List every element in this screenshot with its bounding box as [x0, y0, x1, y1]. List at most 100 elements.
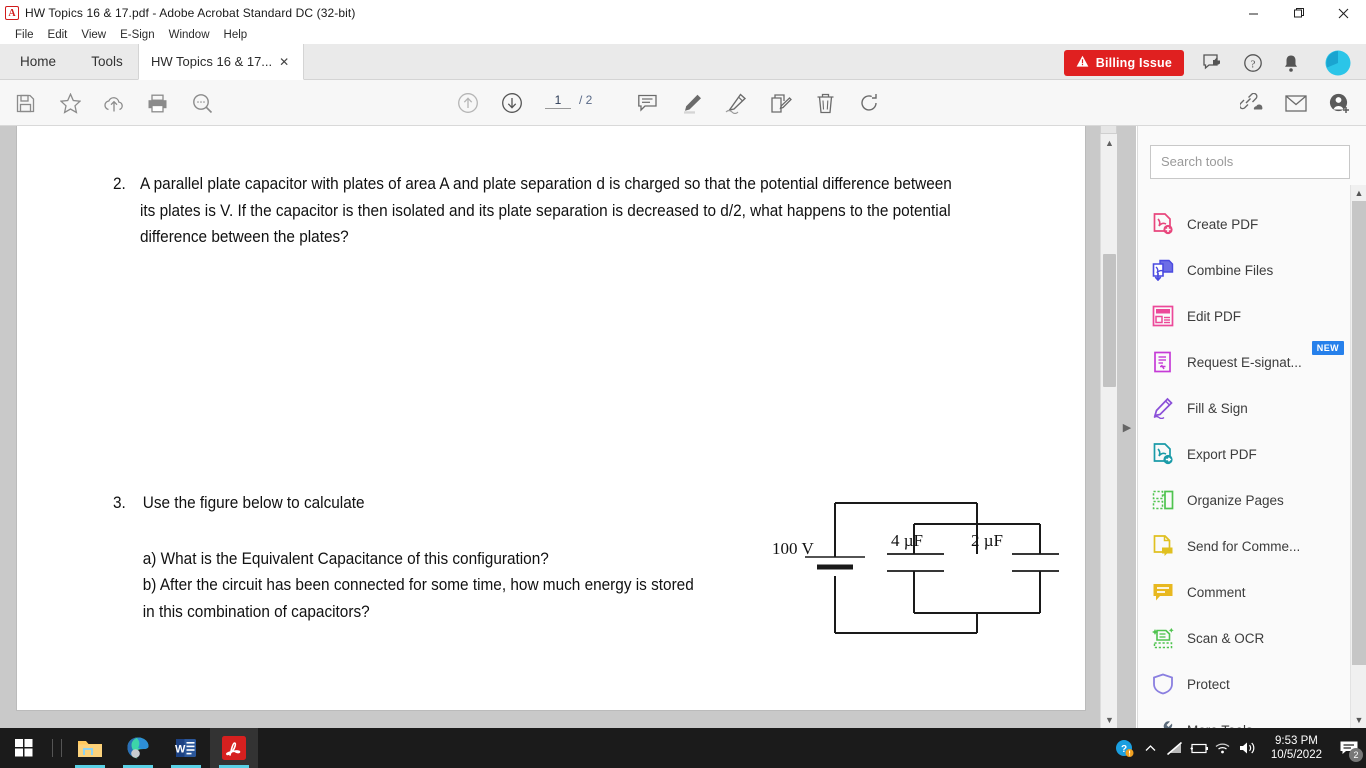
- tool-label: Comment: [1187, 584, 1246, 600]
- document-viewport[interactable]: 2. A parallel plate capacitor with plate…: [0, 126, 1136, 728]
- sidebar-scroll-down-icon[interactable]: ▼: [1351, 712, 1366, 728]
- tool-organize-pages[interactable]: Organize Pages: [1138, 477, 1350, 523]
- volume-icon[interactable]: [1235, 728, 1261, 768]
- taskbar-clock[interactable]: 9:53 PM 10/5/2022: [1261, 734, 1332, 762]
- tools-list: Create PDF Combine Files Edit PDF Reques…: [1138, 201, 1350, 753]
- pdf-page: 2. A parallel plate capacitor with plate…: [16, 126, 1086, 711]
- protect-shield-icon: [1151, 672, 1175, 696]
- request-esignature-icon: [1151, 350, 1175, 374]
- window-title: HW Topics 16 & 17.pdf - Adobe Acrobat St…: [25, 6, 356, 20]
- menu-esign[interactable]: E-Sign: [113, 26, 162, 44]
- tab-home[interactable]: Home: [0, 44, 76, 79]
- scroll-down-icon[interactable]: ▼: [1101, 711, 1118, 728]
- sidebar-scrollbar[interactable]: ▲ ▼: [1350, 185, 1366, 728]
- next-page-icon[interactable]: [497, 88, 527, 118]
- create-pdf-icon: [1151, 212, 1175, 236]
- minimize-button[interactable]: [1231, 0, 1276, 26]
- previous-page-icon[interactable]: [453, 88, 483, 118]
- maximize-button[interactable]: [1276, 0, 1321, 26]
- menu-view[interactable]: View: [74, 26, 113, 44]
- wifi-icon[interactable]: [1211, 728, 1235, 768]
- edge-icon[interactable]: [114, 728, 162, 768]
- feedback-icon[interactable]: [1200, 50, 1226, 76]
- tool-edit-pdf[interactable]: Edit PDF: [1138, 293, 1350, 339]
- svg-text:W: W: [175, 744, 186, 756]
- system-tray: ? 9:53 PM 10/5/2022 2: [1111, 728, 1366, 768]
- windows-start-icon[interactable]: [0, 728, 48, 768]
- tab-tools[interactable]: Tools: [76, 44, 138, 79]
- zoom-search-icon[interactable]: [187, 88, 217, 118]
- menu-window[interactable]: Window: [162, 26, 217, 44]
- delete-icon[interactable]: [810, 88, 840, 118]
- help-icon[interactable]: ?: [1240, 50, 1266, 76]
- expand-right-pane-icon[interactable]: ▶: [1120, 418, 1134, 436]
- stamp-edit-icon[interactable]: [766, 88, 796, 118]
- print-icon[interactable]: [142, 88, 172, 118]
- question-2-text: A parallel plate capacitor with plates o…: [139, 175, 952, 246]
- tool-create-pdf[interactable]: Create PDF: [1138, 201, 1350, 247]
- tool-fill-and-sign[interactable]: Fill & Sign: [1138, 385, 1350, 431]
- comment-icon[interactable]: [632, 88, 662, 118]
- help-question-icon[interactable]: ?: [1111, 728, 1139, 768]
- question-3-part-a: a) What is the Equivalent Capacitance of…: [142, 549, 549, 568]
- menu-help[interactable]: Help: [217, 26, 255, 44]
- menu-file[interactable]: File: [8, 26, 41, 44]
- page-total-label: / 2: [579, 93, 593, 107]
- tool-combine-files[interactable]: Combine Files: [1138, 247, 1350, 293]
- search-tools-input[interactable]: Search tools: [1150, 145, 1350, 179]
- scrollbar-thumb[interactable]: [1103, 254, 1116, 387]
- scroll-up-icon[interactable]: ▲: [1101, 134, 1118, 151]
- edit-pdf-icon: [1151, 304, 1175, 328]
- close-icon[interactable]: ✕: [279, 55, 289, 69]
- taskbar-separator: [48, 739, 66, 757]
- tool-label: Request E-signat...: [1187, 354, 1302, 370]
- billing-issue-button[interactable]: Billing Issue: [1063, 50, 1184, 76]
- tool-label: Create PDF: [1187, 216, 1259, 232]
- tab-document-label: HW Topics 16 & 17...: [151, 54, 273, 69]
- star-icon[interactable]: [55, 88, 85, 118]
- tool-label: Edit PDF: [1187, 308, 1242, 324]
- page-number-input[interactable]: 1: [545, 93, 571, 109]
- save-icon[interactable]: [10, 88, 40, 118]
- word-icon[interactable]: W: [162, 728, 210, 768]
- new-badge: NEW: [1311, 341, 1344, 355]
- draw-icon[interactable]: [721, 88, 751, 118]
- battery-icon[interactable]: [1187, 728, 1211, 768]
- show-hidden-icons-chevron[interactable]: [1139, 728, 1163, 768]
- file-explorer-icon[interactable]: [66, 728, 114, 768]
- tool-export-pdf[interactable]: Export PDF: [1138, 431, 1350, 477]
- billing-issue-label: Billing Issue: [1095, 56, 1172, 70]
- document-scrollbar[interactable]: ▲ ▼: [1100, 126, 1117, 728]
- share-link-icon[interactable]: [1236, 88, 1266, 118]
- question-2: 2. A parallel plate capacitor with plate…: [113, 171, 959, 251]
- bell-icon[interactable]: [1278, 50, 1304, 76]
- tool-label: Fill & Sign: [1187, 400, 1248, 416]
- upload-cloud-icon[interactable]: [99, 88, 129, 118]
- battery-label: 100 V: [772, 539, 814, 558]
- add-person-icon[interactable]: [1325, 88, 1355, 118]
- tool-comment[interactable]: Comment: [1138, 569, 1350, 615]
- organize-pages-icon: [1151, 488, 1175, 512]
- question-3-number: 3.: [113, 494, 126, 512]
- acrobat-icon[interactable]: [210, 728, 258, 768]
- notifications-button[interactable]: 2: [1332, 728, 1366, 768]
- email-icon[interactable]: [1281, 88, 1311, 118]
- tab-document[interactable]: HW Topics 16 & 17... ✕: [138, 44, 304, 80]
- tool-label: Combine Files: [1187, 262, 1274, 278]
- tool-send-for-comments[interactable]: Send for Comme...: [1138, 523, 1350, 569]
- menu-edit[interactable]: Edit: [41, 26, 75, 44]
- acrobat-icon: A: [5, 6, 19, 20]
- warning-triangle-icon: [1076, 55, 1089, 71]
- avatar[interactable]: [1324, 49, 1352, 77]
- close-button[interactable]: [1321, 0, 1366, 26]
- sidebar-scrollbar-thumb[interactable]: [1352, 201, 1366, 665]
- tool-protect[interactable]: Protect: [1138, 661, 1350, 707]
- tool-request-esignature[interactable]: Request E-signat... NEW: [1138, 339, 1350, 385]
- highlight-icon[interactable]: [677, 88, 707, 118]
- rotate-icon[interactable]: [854, 88, 884, 118]
- sidebar-scroll-up-icon[interactable]: ▲: [1351, 185, 1366, 201]
- capacitor-1-label: 4 µF: [891, 531, 923, 550]
- tool-scan-and-ocr[interactable]: Scan & OCR: [1138, 615, 1350, 661]
- notification-count: 2: [1349, 748, 1363, 762]
- network-disconnected-icon[interactable]: [1163, 728, 1187, 768]
